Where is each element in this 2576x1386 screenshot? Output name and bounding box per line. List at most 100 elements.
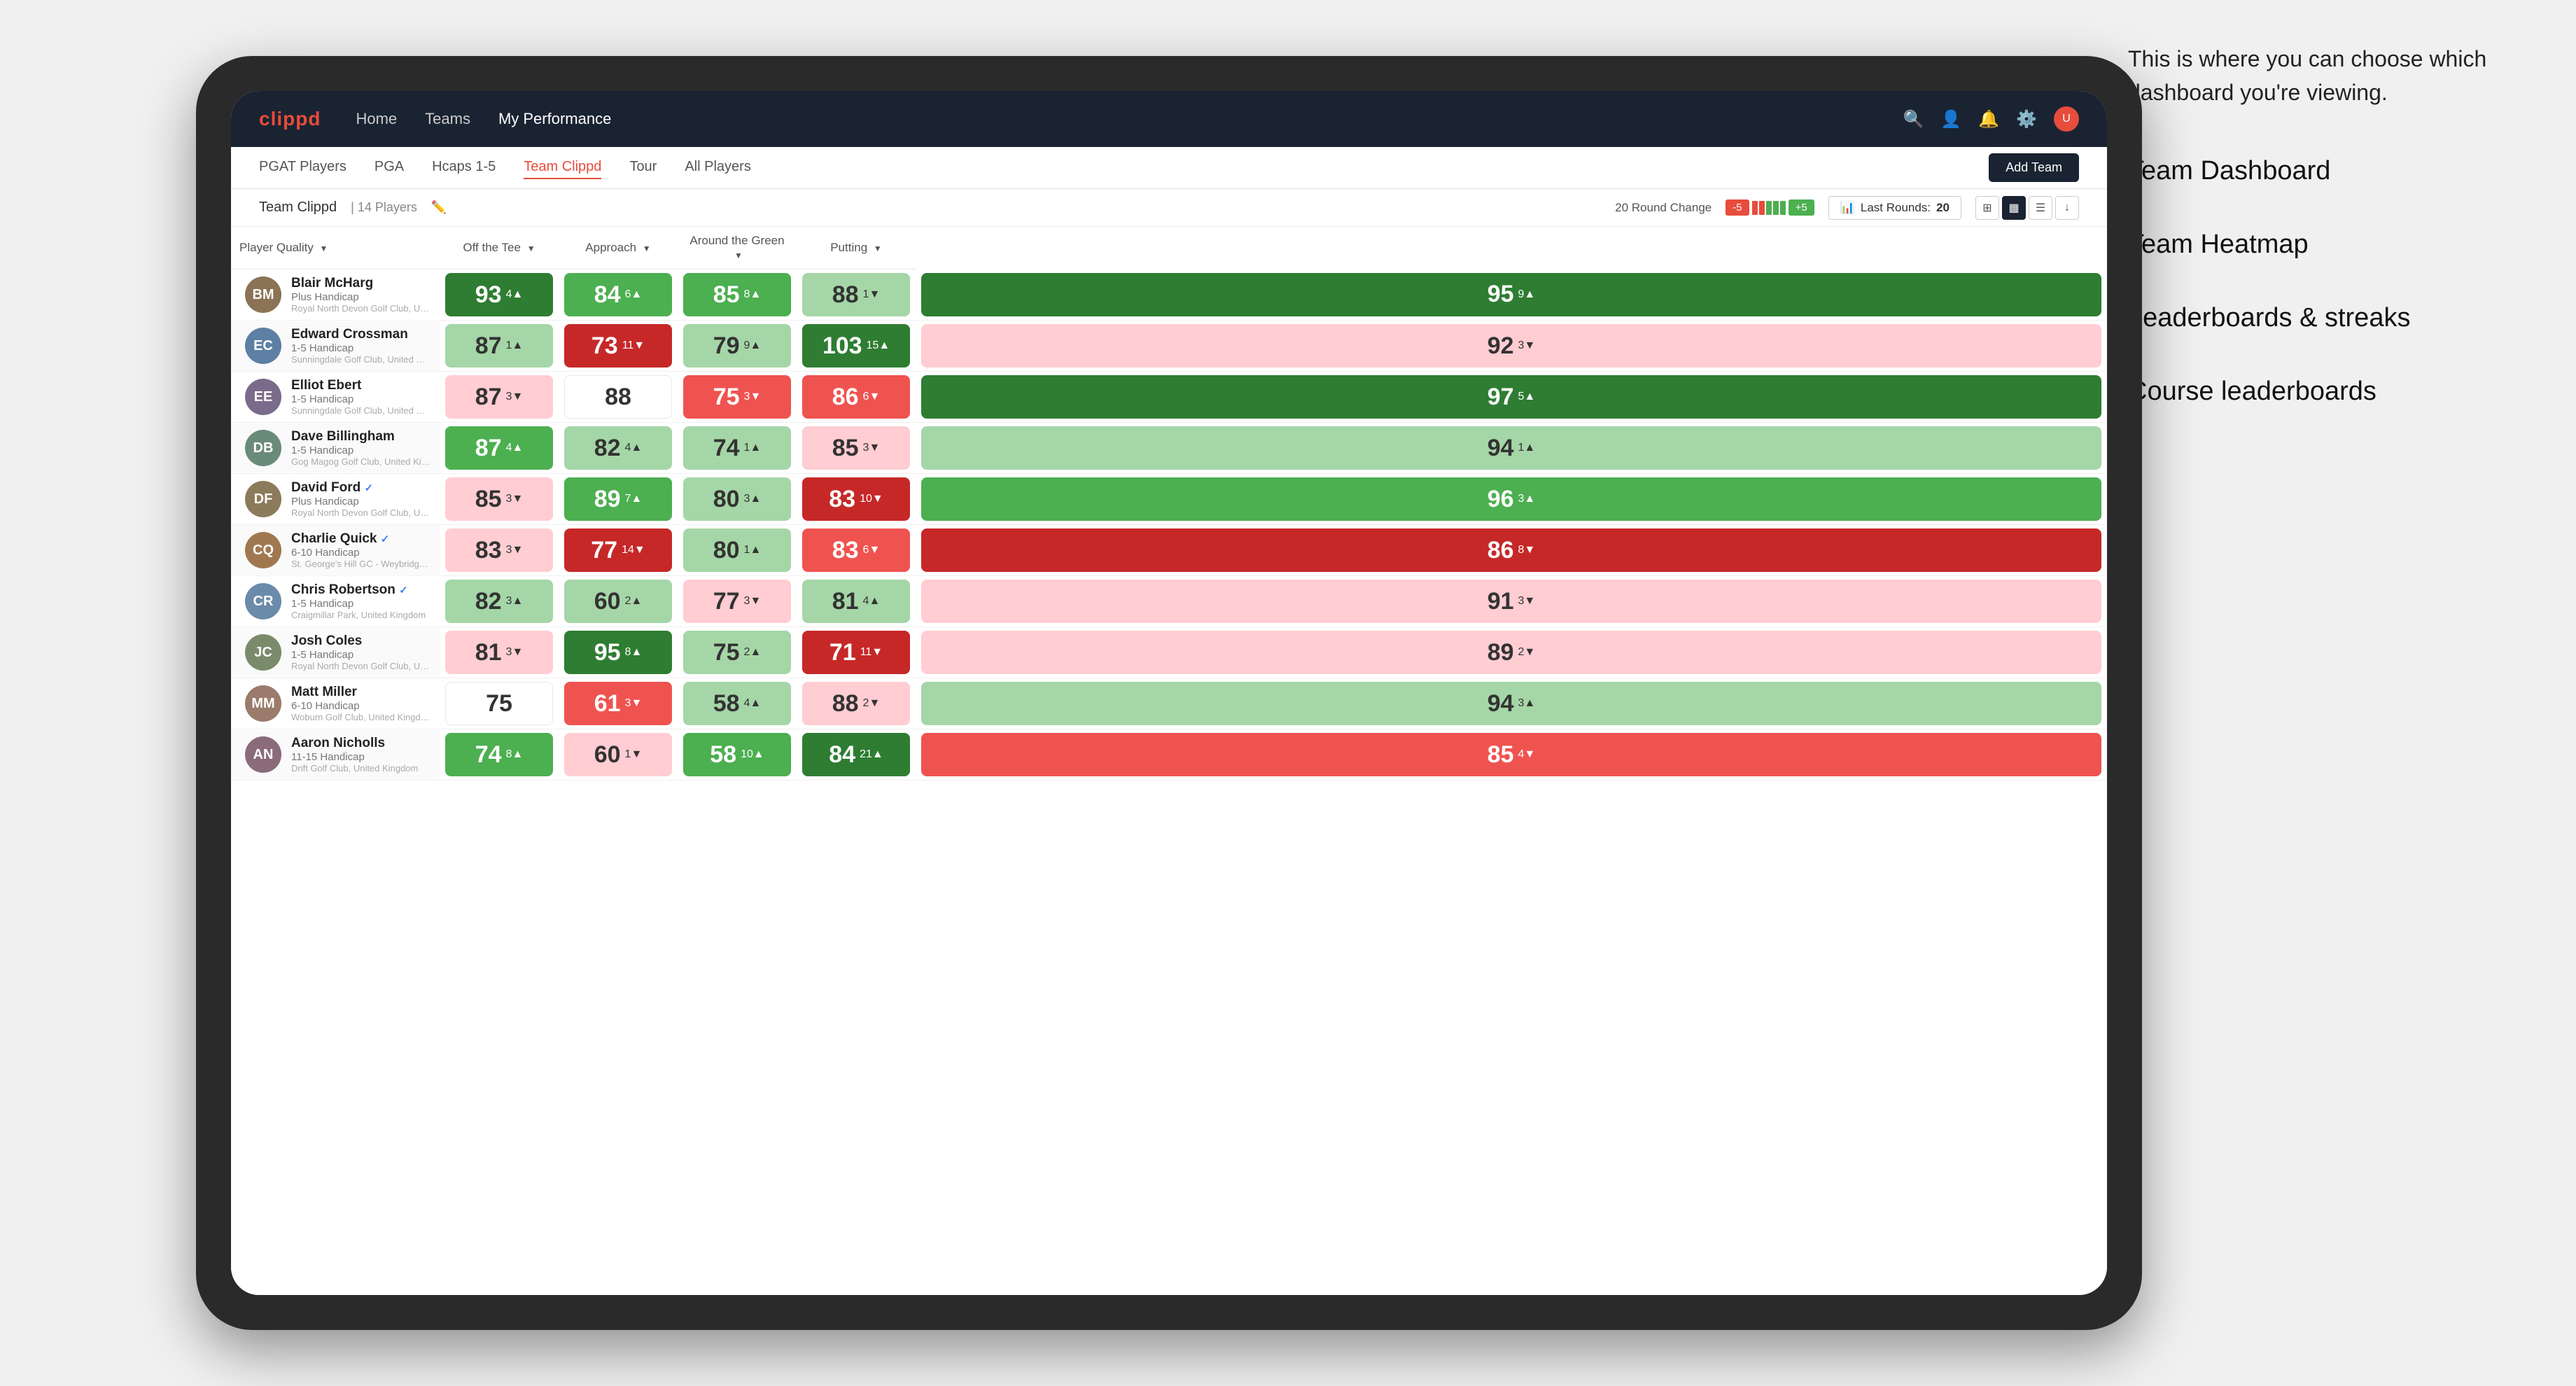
player-cell[interactable]: MM Matt Miller 6-10 Handicap Woburn Golf… [231, 678, 440, 729]
last-rounds-button[interactable]: 📊 Last Rounds: 20 [1828, 196, 1961, 220]
player-avatar: EE [245, 379, 281, 415]
col-header-around-green: Around the Green ▼ [678, 227, 797, 270]
player-info: Matt Miller 6-10 Handicap Woburn Golf Cl… [291, 685, 431, 722]
sub-nav-all-players[interactable]: All Players [685, 156, 750, 179]
player-avatar: JC [245, 634, 281, 671]
table-body: BM Blair McHarg Plus Handicap Royal Nort… [231, 270, 2107, 780]
sub-nav-pgat[interactable]: PGAT Players [259, 156, 346, 179]
tablet-frame: clippd Home Teams My Performance 🔍 👤 🔔 ⚙… [196, 56, 2142, 1330]
score-box: 95 8▲ [564, 631, 672, 674]
list-view-button[interactable]: ☰ [2029, 196, 2052, 220]
sub-nav-tour[interactable]: Tour [629, 156, 657, 179]
score-value: 79 [713, 332, 740, 360]
score-value: 85 [1488, 741, 1514, 769]
sub-nav-team-clippd[interactable]: Team Clippd [524, 156, 601, 179]
table-row: CR Chris Robertson ✓ 1-5 Handicap Craigm… [231, 576, 2107, 627]
score-box: 88 [564, 375, 672, 419]
score-around-green: 71 11▼ [797, 627, 916, 678]
score-box: 83 10▼ [802, 477, 910, 521]
player-name: Elliot Ebert [291, 378, 431, 393]
score-value: 91 [1488, 588, 1514, 615]
edit-icon[interactable]: ✏️ [431, 200, 447, 215]
sub-nav: PGAT Players PGA Hcaps 1-5 Team Clippd T… [231, 147, 2107, 189]
player-cell[interactable]: CQ Charlie Quick ✓ 6-10 Handicap St. Geo… [231, 525, 440, 576]
score-box: 82 3▲ [445, 580, 553, 623]
player-cell[interactable]: JC Josh Coles 1-5 Handicap Royal North D… [231, 627, 440, 678]
player-handicap: Plus Handicap [291, 291, 431, 303]
score-putting: 94 3▲ [916, 678, 2107, 729]
player-club: Royal North Devon Golf Club, United King… [291, 661, 431, 671]
player-name: Chris Robertson ✓ [291, 582, 431, 598]
change-negative: -5 [1726, 200, 1749, 216]
annotation-item-2: Team Heatmap [2128, 225, 2534, 265]
settings-icon[interactable]: ⚙️ [2016, 109, 2037, 130]
heatmap-view-button[interactable]: ▦ [2002, 196, 2026, 220]
score-value: 89 [1488, 639, 1514, 666]
score-box: 74 8▲ [445, 733, 553, 776]
score-value: 95 [1488, 281, 1514, 308]
score-box: 82 4▲ [564, 426, 672, 470]
nav-link-home[interactable]: Home [356, 107, 397, 131]
score-approach: 58 10▲ [678, 729, 797, 780]
score-change: 9▲ [1518, 288, 1536, 301]
grid-view-button[interactable]: ⊞ [1975, 196, 1999, 220]
score-box: 94 3▲ [921, 682, 2101, 725]
score-box: 85 4▼ [921, 733, 2101, 776]
sub-nav-pga[interactable]: PGA [374, 156, 404, 179]
player-cell[interactable]: EC Edward Crossman 1-5 Handicap Sunningd… [231, 321, 440, 372]
score-change: 15▲ [867, 340, 890, 352]
score-change: 3▲ [506, 595, 524, 608]
score-box: 84 6▲ [564, 273, 672, 316]
score-value: 74 [475, 741, 502, 769]
user-avatar[interactable]: U [2054, 106, 2079, 132]
team-header: Team Clippd | 14 Players ✏️ 20 Round Cha… [231, 189, 2107, 227]
score-box: 91 3▼ [921, 580, 2101, 623]
score-value: 86 [832, 384, 859, 411]
score-off-tee: 60 1▼ [559, 729, 678, 780]
annotation-list: Team Dashboard Team Heatmap Leaderboards… [2128, 151, 2534, 412]
user-icon[interactable]: 👤 [1940, 109, 1961, 130]
score-change: 9▲ [744, 340, 762, 352]
player-cell[interactable]: DB Dave Billingham 1-5 Handicap Gog Mago… [231, 423, 440, 474]
search-icon[interactable]: 🔍 [1903, 109, 1924, 130]
nav-link-my-performance[interactable]: My Performance [498, 107, 611, 131]
annotation-item-3: Leaderboards & streaks [2128, 298, 2534, 338]
player-cell[interactable]: AN Aaron Nicholls 11-15 Handicap Drift G… [231, 729, 440, 780]
player-club: Drift Golf Club, United Kingdom [291, 763, 431, 774]
player-avatar: DB [245, 430, 281, 466]
sub-nav-hcaps[interactable]: Hcaps 1-5 [432, 156, 496, 179]
player-avatar: CR [245, 583, 281, 620]
score-change: 2▲ [744, 646, 762, 659]
player-info: David Ford ✓ Plus Handicap Royal North D… [291, 480, 431, 518]
player-cell[interactable]: BM Blair McHarg Plus Handicap Royal Nort… [231, 270, 440, 321]
player-cell[interactable]: CR Chris Robertson ✓ 1-5 Handicap Craigm… [231, 576, 440, 627]
player-name: Matt Miller [291, 685, 431, 700]
bell-icon[interactable]: 🔔 [1978, 109, 1999, 130]
add-team-button[interactable]: Add Team [1989, 153, 2079, 182]
player-handicap: 1-5 Handicap [291, 649, 431, 661]
player-cell[interactable]: DF David Ford ✓ Plus Handicap Royal Nort… [231, 474, 440, 525]
nav-link-teams[interactable]: Teams [425, 107, 470, 131]
score-approach: 80 1▲ [678, 525, 797, 576]
player-info: Josh Coles 1-5 Handicap Royal North Devo… [291, 634, 431, 671]
score-box: 77 14▼ [564, 528, 672, 572]
score-change: 3▼ [1518, 340, 1536, 352]
team-player-count: | 14 Players [351, 200, 417, 215]
score-box: 88 1▼ [802, 273, 910, 316]
table-row: MM Matt Miller 6-10 Handicap Woburn Golf… [231, 678, 2107, 729]
score-putting: 95 9▲ [916, 270, 2107, 321]
score-approach: 80 3▲ [678, 474, 797, 525]
annotation-panel: This is where you can choose which dashb… [2128, 42, 2534, 445]
player-avatar: EC [245, 328, 281, 364]
player-name: David Ford ✓ [291, 480, 431, 496]
player-cell[interactable]: EE Elliot Ebert 1-5 Handicap Sunningdale… [231, 372, 440, 423]
top-nav: clippd Home Teams My Performance 🔍 👤 🔔 ⚙… [231, 91, 2107, 147]
score-change: 8▲ [625, 646, 643, 659]
score-off-tee: 82 4▲ [559, 423, 678, 474]
download-button[interactable]: ↓ [2055, 196, 2079, 220]
score-value: 73 [592, 332, 618, 360]
score-change: 1▼ [625, 748, 643, 761]
score-box: 86 6▼ [802, 375, 910, 419]
player-avatar: MM [245, 685, 281, 722]
score-value: 89 [594, 486, 621, 513]
